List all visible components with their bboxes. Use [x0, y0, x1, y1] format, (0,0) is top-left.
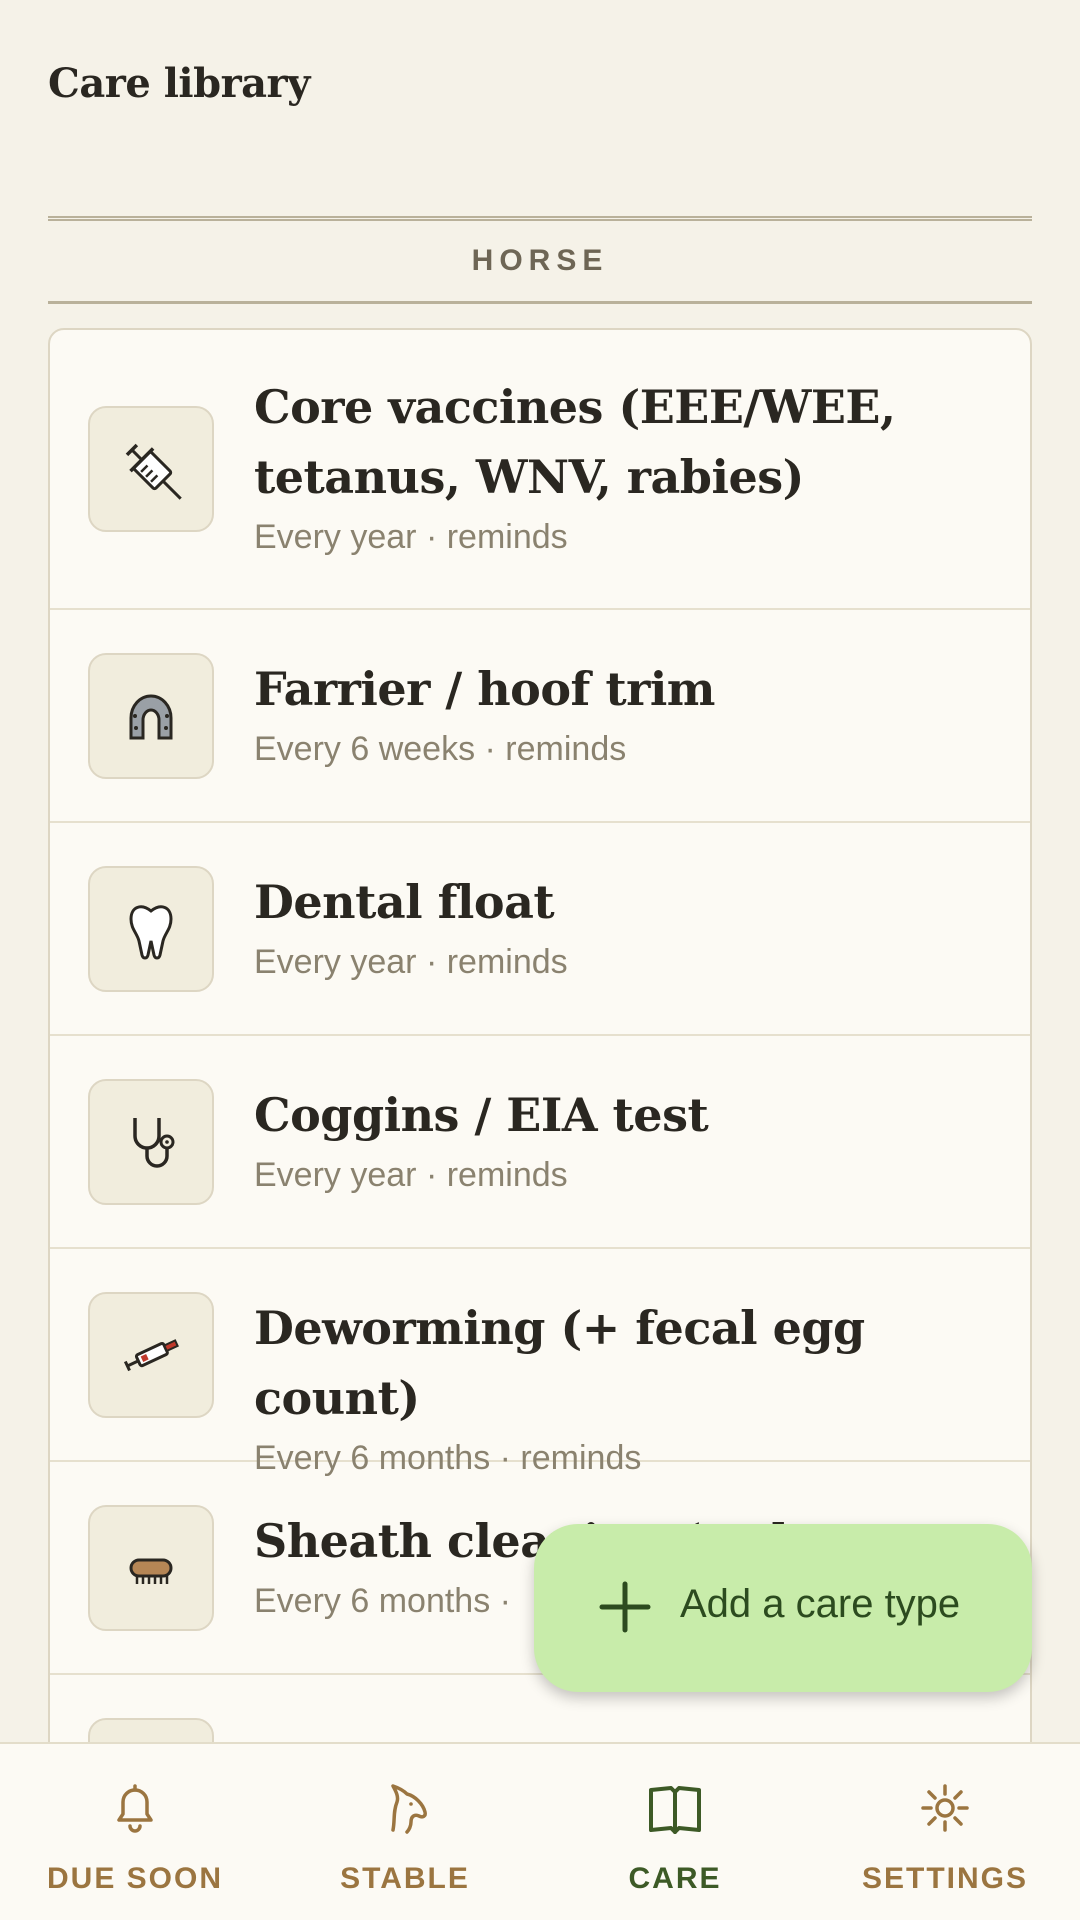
care-item-dental-float[interactable]: Dental float Every year · reminds	[50, 823, 1030, 1036]
tooth-icon	[88, 866, 214, 992]
stethoscope-icon	[88, 1079, 214, 1205]
care-item-frequency: Every year · reminds	[254, 1156, 568, 1194]
care-item-core-vaccines[interactable]: Core vaccines (EEE/WEE, tetanus, WNV, ra…	[50, 330, 1030, 610]
nav-label: DUE SOON	[46, 1862, 224, 1895]
care-item-title: Farrier / hoof trim	[254, 662, 715, 716]
nav-due-soon[interactable]: DUE SOON	[0, 1744, 270, 1920]
care-item-frequency: Every year · reminds	[254, 518, 568, 556]
nav-settings[interactable]: SETTINGS	[810, 1744, 1080, 1920]
nav-label: CARE	[628, 1862, 722, 1895]
care-item-coggins[interactable]: Coggins / EIA test Every year · reminds	[50, 1036, 1030, 1249]
nav-care[interactable]: CARE	[540, 1744, 810, 1920]
gear-icon	[921, 1784, 969, 1832]
care-item-frequency: Every year · reminds	[254, 943, 568, 981]
care-item-title: Deworming (+ fecal egg count)	[254, 1301, 865, 1425]
nav-label: STABLE	[340, 1862, 470, 1895]
add-care-type-button[interactable]: Add a care type	[534, 1524, 1032, 1692]
add-care-type-label: Add a care type	[680, 1582, 961, 1626]
nav-stable[interactable]: STABLE	[270, 1744, 540, 1920]
nav-label: SETTINGS	[861, 1862, 1028, 1895]
dewormer-syringe-icon	[88, 1292, 214, 1418]
bell-icon	[117, 1784, 153, 1833]
care-item-title: Coggins / EIA test	[254, 1088, 709, 1142]
page-title: Care library	[48, 60, 310, 107]
care-item-frequency: Every 6 weeks · reminds	[254, 730, 627, 768]
care-item-deworming[interactable]: Deworming (+ fecal egg count) Every 6 mo…	[50, 1249, 1030, 1477]
plus-icon	[599, 1581, 651, 1633]
care-item-farrier[interactable]: Farrier / hoof trim Every 6 weeks · remi…	[50, 610, 1030, 823]
section-header-horse: HORSE	[48, 216, 1032, 304]
bottom-navigation: DUE SOON STABLE CARE SETTINGS	[0, 1742, 1080, 1920]
horse-head-icon	[391, 1784, 427, 1834]
care-item-title: Dental float	[254, 875, 555, 929]
horseshoe-icon	[88, 653, 214, 779]
care-item-title: Core vaccines (EEE/WEE, tetanus, WNV, ra…	[254, 380, 896, 504]
book-icon	[649, 1786, 701, 1834]
syringe-icon	[88, 406, 214, 532]
brush-icon	[88, 1505, 214, 1631]
